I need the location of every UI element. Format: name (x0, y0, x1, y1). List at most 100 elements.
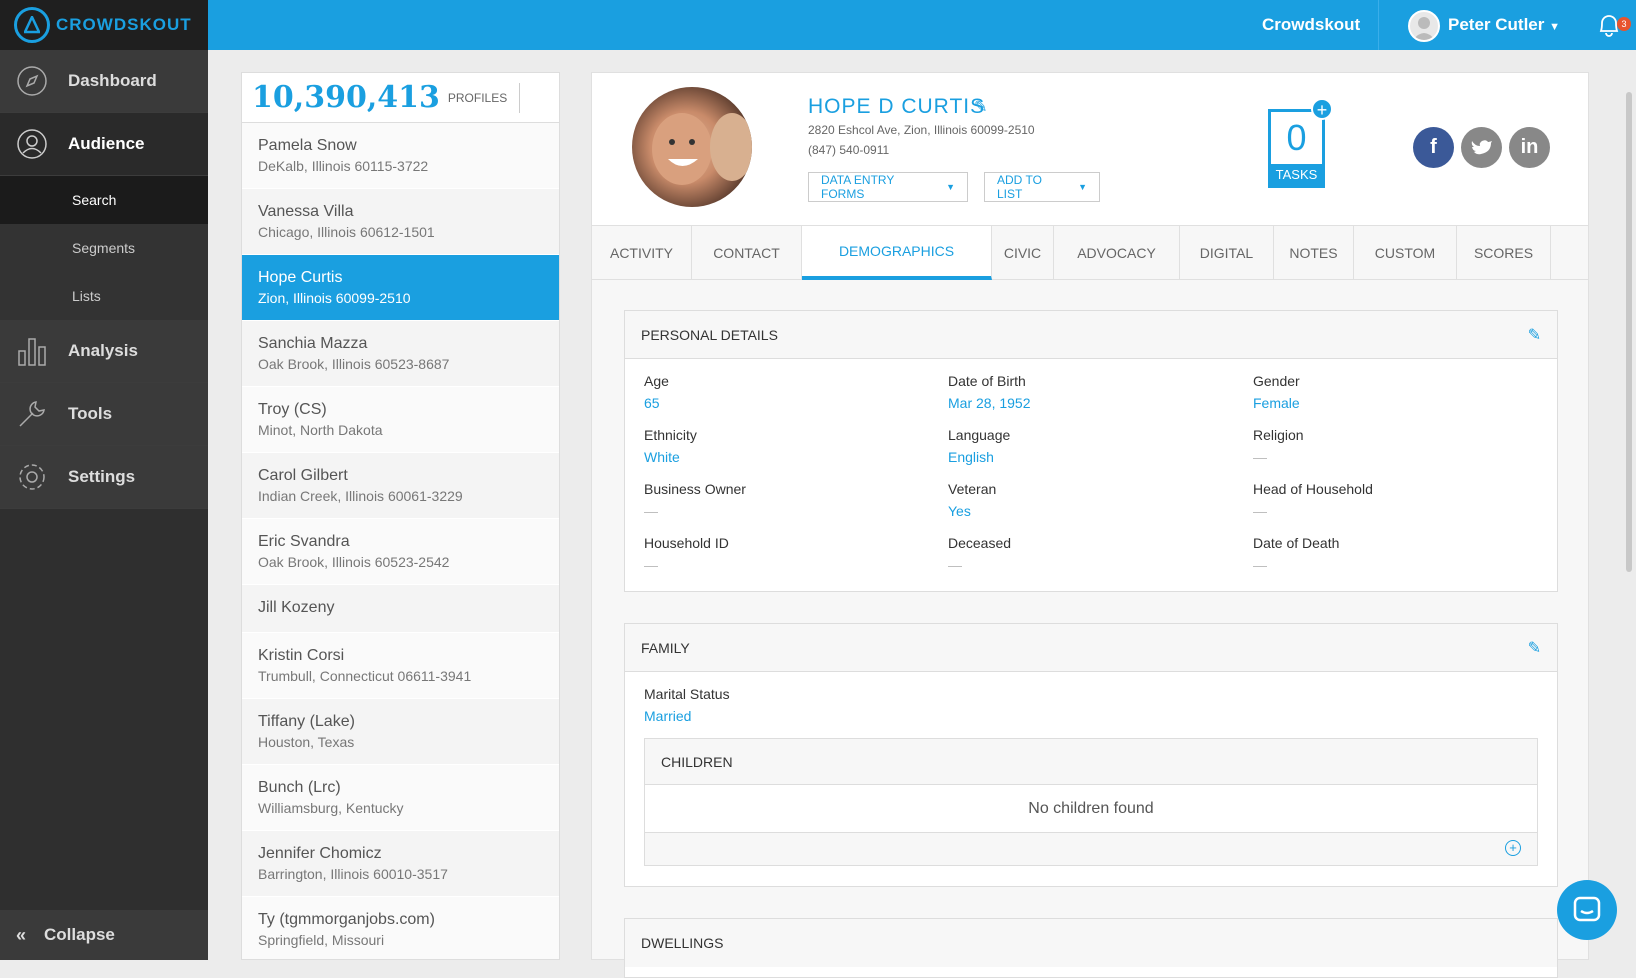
tab-civic[interactable]: CIVIC (992, 226, 1054, 280)
data-entry-forms-button[interactable]: DATA ENTRY FORMS ▼ (808, 172, 968, 202)
nav-analysis-label: Analysis (68, 341, 138, 360)
topbar-divider (1378, 0, 1379, 50)
list-item[interactable]: Bunch (Lrc) Williamsburg, Kentucky (242, 765, 559, 831)
nav-tools[interactable]: Tools (0, 383, 208, 446)
collapse-button[interactable]: « Collapse (0, 910, 208, 960)
nav-audience[interactable]: Audience (0, 113, 208, 176)
add-to-list-button[interactable]: ADD TO LIST ▼ (984, 172, 1100, 202)
linkedin-icon[interactable]: in (1509, 127, 1550, 168)
wrench-icon (14, 396, 50, 432)
tasks-count: 0 (1286, 117, 1307, 158)
field-label: Ethnicity (644, 427, 697, 443)
list-item[interactable]: Vanessa Villa Chicago, Illinois 60612-150… (242, 189, 559, 255)
field-value: English (948, 449, 994, 465)
tab-advocacy[interactable]: ADVOCACY (1054, 226, 1180, 280)
list-item[interactable]: Sanchia Mazza Oak Brook, Illinois 60523-8… (242, 321, 559, 387)
field-value: — (1253, 503, 1267, 519)
list-item[interactable]: Ty (tgmmorganjobs.com) Springfield, Misso… (242, 897, 559, 959)
compass-icon (14, 63, 50, 99)
pencil-icon[interactable]: ✎ (974, 97, 987, 117)
field-label: Household ID (644, 535, 729, 551)
chat-launcher-button[interactable] (1557, 880, 1617, 940)
children-title: CHILDREN (645, 739, 1537, 785)
tab-digital[interactable]: DIGITAL (1180, 226, 1274, 280)
tab-notes[interactable]: NOTES (1274, 226, 1354, 280)
detail-field: Business Owner — (644, 481, 948, 535)
tab-contact[interactable]: CONTACT (692, 226, 802, 280)
subnav-search[interactable]: Search (0, 176, 208, 224)
field-value: — (948, 557, 962, 573)
nav-dashboard-label: Dashboard (68, 71, 157, 90)
tasks-widget[interactable]: 0 TASKS (1268, 109, 1325, 188)
nav-tools-label: Tools (68, 404, 113, 423)
user-avatar[interactable] (1408, 10, 1440, 42)
detail-field: Veteran Yes (948, 481, 1253, 535)
list-item-address: Oak Brook, Illinois 60523-8687 (258, 356, 450, 372)
pencil-icon[interactable]: ✎ (1528, 325, 1541, 345)
field-value: — (644, 503, 658, 519)
list-item[interactable]: Tiffany (Lake) Houston, Texas (242, 699, 559, 765)
list-item-name: Sanchia Mazza (258, 335, 368, 352)
list-item[interactable]: Hope Curtis Zion, Illinois 60099-2510 (242, 255, 559, 321)
nav-settings[interactable]: Settings (0, 446, 208, 509)
list-item[interactable]: Kristin Corsi Trumbull, Connecticut 06611… (242, 633, 559, 699)
org-name[interactable]: Crowdskout (1262, 15, 1360, 35)
subnav-segments[interactable]: Segments (0, 224, 208, 272)
add-task-plus-icon[interactable]: + (1311, 98, 1333, 120)
list-item[interactable]: Troy (CS) Minot, North Dakota (242, 387, 559, 453)
list-item-name: Hope Curtis (258, 269, 343, 286)
detail-field: Age 65 (644, 373, 948, 427)
pencil-icon[interactable]: ✎ (1528, 638, 1541, 658)
list-item[interactable]: Pamela Snow DeKalb, Illinois 60115-3722 (242, 123, 559, 189)
list-item[interactable]: Carol Gilbert Indian Creek, Illinois 6006… (242, 453, 559, 519)
no-children-message: No children found (645, 785, 1537, 833)
profile-phone: (847) 540-0911 (808, 143, 890, 157)
detail-field: Religion — (1253, 427, 1558, 481)
logo[interactable]: CROWDSKOUT (0, 0, 208, 50)
list-item-address: Zion, Illinois 60099-2510 (258, 290, 411, 306)
tab-scores[interactable]: SCORES (1457, 226, 1551, 280)
twitter-icon[interactable] (1461, 127, 1502, 168)
detail-field: Date of Death — (1253, 535, 1558, 589)
list-item-address: Minot, North Dakota (258, 422, 383, 438)
users-icon (14, 126, 50, 162)
field-value: — (644, 557, 658, 573)
profile-tabs: ACTIVITY CONTACT DEMOGRAPHICS CIVIC ADVOCACY… (592, 226, 1588, 280)
facebook-icon[interactable]: f (1413, 127, 1454, 168)
list-item-name: Eric Svandra (258, 533, 350, 550)
list-item[interactable]: Jennifer Chomicz Barrington, Illinois 600… (242, 831, 559, 897)
list-item[interactable]: Eric Svandra Oak Brook, Illinois 60523-25… (242, 519, 559, 585)
detail-field: Ethnicity White (644, 427, 948, 481)
field-value: 65 (644, 395, 660, 411)
family-section: FAMILY ✎ Marital Status Married CHILDREN… (624, 623, 1558, 887)
field-value: Yes (948, 503, 971, 519)
field-label: Deceased (948, 535, 1012, 551)
field-label: Date of Birth (948, 373, 1026, 389)
tab-custom[interactable]: CUSTOM (1354, 226, 1457, 280)
add-child-plus-icon[interactable]: + (1505, 840, 1521, 856)
list-item[interactable]: Jill Kozeny (242, 585, 559, 633)
detail-field: Gender Female (1253, 373, 1558, 427)
subnav-lists[interactable]: Lists (0, 272, 208, 320)
section-header: FAMILY ✎ (625, 624, 1557, 672)
list-item-address: Chicago, Illinois 60612-1501 (258, 224, 435, 240)
caret-down-icon: ▼ (1549, 21, 1560, 33)
nav-dashboard[interactable]: Dashboard (0, 50, 208, 113)
nav-audience-label: Audience (68, 134, 145, 153)
page-scrollbar[interactable] (1626, 92, 1632, 572)
section-title: DWELLINGS (641, 935, 724, 951)
list-item-name: Jennifer Chomicz (258, 845, 382, 862)
list-item-address: Springfield, Missouri (258, 932, 385, 948)
field-label: Marital Status (644, 686, 730, 702)
list-item-address: Houston, Texas (258, 734, 355, 750)
user-menu[interactable]: Peter Cutler ▼ (1448, 15, 1560, 35)
profile-header: HOPE D CURTIS ✎ 2820 Eshcol Ave, Zion, I… (592, 73, 1588, 226)
collapse-label: Collapse (44, 925, 115, 944)
list-item-address: Williamsburg, Kentucky (258, 800, 404, 816)
tab-demographics[interactable]: DEMOGRAPHICS (802, 226, 992, 280)
tab-activity[interactable]: ACTIVITY (592, 226, 692, 280)
caret-down-icon: ▼ (946, 182, 955, 192)
nav-analysis[interactable]: Analysis (0, 320, 208, 383)
profile-address: 2820 Eshcol Ave, Zion, Illinois 60099-25… (808, 123, 1035, 137)
list-item-name: Carol Gilbert (258, 467, 348, 484)
